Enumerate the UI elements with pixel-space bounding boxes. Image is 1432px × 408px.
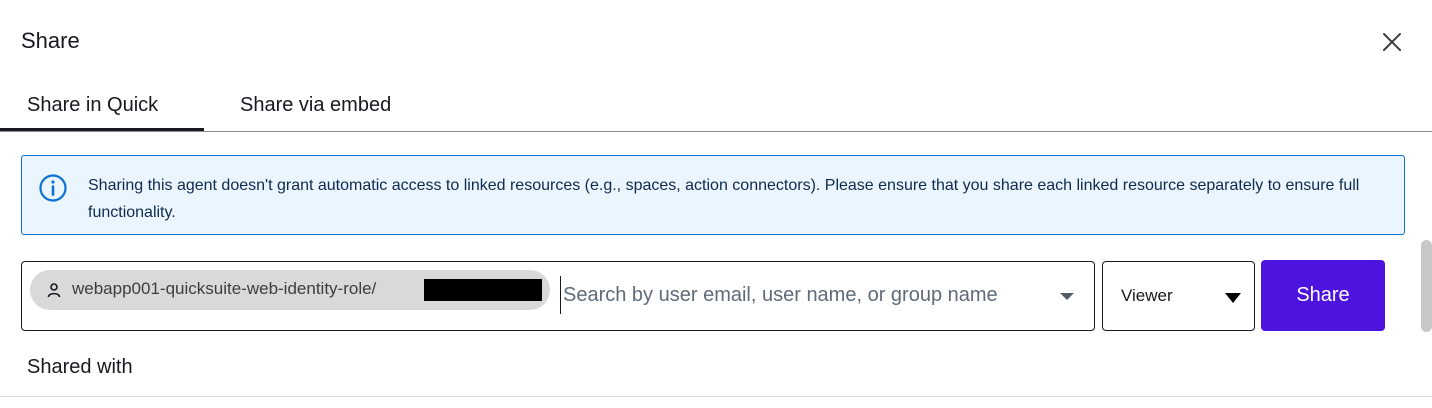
share-button[interactable]: Share xyxy=(1261,260,1385,331)
tab-bar: Share in Quick Share via embed xyxy=(0,84,1432,132)
user-icon xyxy=(47,283,61,298)
shared-with-heading: Shared with xyxy=(27,356,133,378)
caret-down-icon xyxy=(1060,293,1074,300)
caret-down-icon xyxy=(1225,293,1241,303)
active-tab-indicator xyxy=(0,128,204,131)
divider xyxy=(0,396,1432,397)
token-field-dropdown[interactable] xyxy=(1058,289,1076,303)
info-icon xyxy=(39,174,67,202)
permission-select[interactable]: Viewer xyxy=(1102,261,1255,331)
tab-share-in-quick[interactable]: Share in Quick xyxy=(27,94,158,117)
dialog-title: Share xyxy=(21,28,80,53)
scrollbar-thumb[interactable] xyxy=(1421,240,1432,332)
close-button[interactable] xyxy=(1378,28,1406,56)
recipient-token-field[interactable]: webapp001-quicksuite-web-identity-role/ xyxy=(21,261,1095,331)
recipient-token[interactable]: webapp001-quicksuite-web-identity-role/ xyxy=(30,270,550,310)
share-dialog: Share Share in Quick Share via embed Sha… xyxy=(0,0,1432,408)
token-label: webapp001-quicksuite-web-identity-role/ xyxy=(72,279,377,298)
info-alert: Sharing this agent doesn't grant automat… xyxy=(21,155,1405,235)
tab-share-via-embed[interactable]: Share via embed xyxy=(240,94,391,117)
alert-message: Sharing this agent doesn't grant automat… xyxy=(88,177,1360,221)
permission-selected-value: Viewer xyxy=(1121,286,1173,305)
close-icon xyxy=(1383,33,1401,51)
redacted-text xyxy=(424,279,542,301)
search-input[interactable] xyxy=(560,276,1033,314)
